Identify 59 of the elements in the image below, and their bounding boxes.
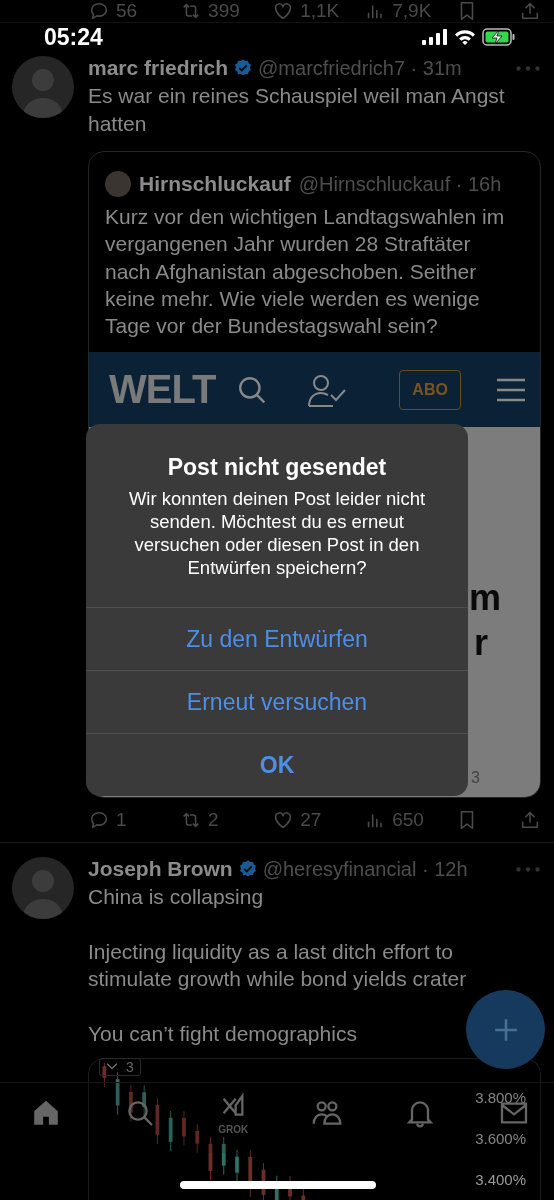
action-count: 399 [208,0,240,22]
axis-label: 3.400% [475,1171,526,1189]
dialog-button[interactable]: Zu den Entwürfen [86,607,468,670]
avatar [105,171,131,197]
wifi-icon [454,29,476,45]
axis-label: 3.800% [475,1089,526,1107]
action-count: 650 [392,809,424,832]
author-name: Hirnschluckauf [139,172,291,196]
quoted-post-text: Kurz vor den wichtigen Landtagswahlen im vergangenen Jahr wurden 28 Straftäter nach Afghanistan abgeschoben. Seither keine mehr. Wie viele werden es wenige Tage vor der Bundestagswahl sein? [104,204,506,340]
site-logo: WELT [109,367,216,413]
subscribe-button: ABO [399,370,461,410]
article-text: r [474,622,488,665]
plus-icon [492,1016,519,1043]
dialog-button[interactable]: Erneut versuchen [86,670,468,733]
dialog-message: Wir konnten deinen Post leider nicht senden. Möchtest du es erneut versuchen oder diesen Post in den Entwürfen speichern? [127,487,427,579]
candle [155,1098,160,1145]
chevron-icon [106,1063,118,1072]
candle [182,1111,186,1147]
article-text: m [469,577,501,620]
handle-and-time: @marcfriedrich7 · 31m [258,56,462,80]
action-count: 7,9K [392,0,432,22]
handle-and-time: @Hirnschluckauf · 16h [298,172,502,196]
action-count: 27 [300,809,322,832]
action-count: 1,1K [300,0,340,22]
post-text: You can’t fight demographics [88,1021,357,1047]
badge-count: 3 [126,1059,134,1076]
author-name[interactable]: marc friedrich [88,56,229,80]
candle [129,1085,133,1123]
candle [235,1149,239,1183]
user-check-icon [307,373,348,407]
candle [208,1136,213,1182]
status-time: 05:24 [44,23,103,51]
candle [115,1072,120,1116]
speech-bubble-icon[interactable] [88,0,110,22]
more-icon[interactable] [515,64,541,72]
dialog-title: Post nicht gesendet [167,454,387,481]
candle [221,1137,226,1176]
action-count: 2 [208,809,219,832]
author-name[interactable]: Joseph Brown [88,857,233,882]
candle [195,1124,200,1154]
post-text: Es war ein reines Schauspiel weil man Angst hatten [88,83,506,137]
candle [102,1063,107,1088]
axis-label: 3.600% [475,1130,526,1148]
handle-and-time: @heresyfinancial · 12h [262,858,468,881]
grok-tab[interactable]: GROK [209,1083,258,1143]
signal-icon [422,29,448,45]
action-count: 1 [116,809,127,832]
share-icon[interactable] [519,0,541,22]
action-count: 56 [116,0,138,22]
post-text: Injecting liquidity as a last ditch effort to stimulate growth while bond yields crater [88,939,468,993]
dialog-button[interactable]: OK [86,733,468,796]
candle [168,1110,173,1152]
article-text: 3 [471,769,480,788]
post-text: China is collapsing [88,884,264,911]
search-icon [237,375,268,405]
battery-charging-icon [482,28,516,46]
menu-icon [496,378,526,402]
candle [142,1085,147,1118]
more-icon[interactable] [515,866,541,873]
